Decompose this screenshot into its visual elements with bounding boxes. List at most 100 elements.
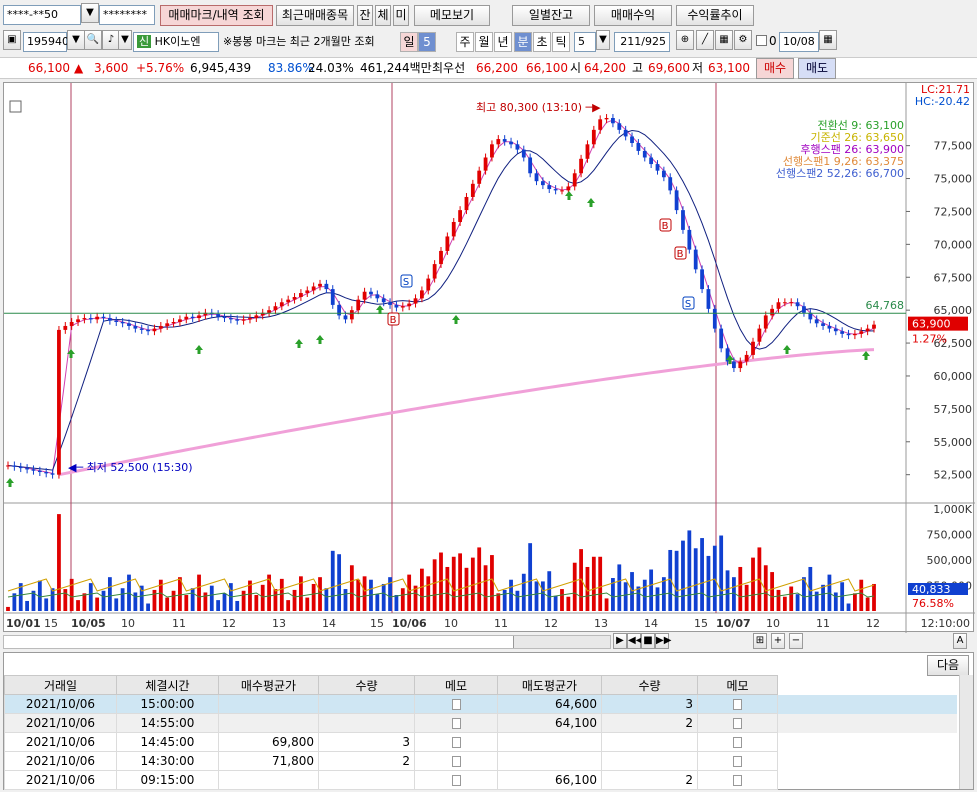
memo-icon[interactable] [733,737,742,748]
memo-icon[interactable] [733,756,742,767]
period-tick[interactable]: 틱 [552,32,570,52]
stock-code-input[interactable]: 195940 [23,32,69,52]
price-chart[interactable]: 52,50055,00057,50060,00062,50065,00067,5… [4,83,975,633]
layout-icon[interactable]: ▣ [3,30,21,50]
x-tick-label: 13 [272,617,286,630]
table-row[interactable]: 2021/10/06 15:00:00 64,600 3 [4,694,957,714]
period-month[interactable]: 월 [475,32,493,52]
fast-forward-icon[interactable]: ▶▶ [655,633,671,649]
period-week[interactable]: 주 [456,32,474,52]
rewind-icon[interactable]: ◀◀ [627,633,643,649]
table-scrollbar[interactable] [959,675,973,789]
candle-body [846,333,851,336]
period-value[interactable]: 5 [418,32,436,52]
draw-line-icon[interactable]: ╱ [696,30,714,50]
search-icon[interactable]: 🔍 [84,30,102,50]
table-row[interactable]: 2021/10/06 09:15:00 66,100 2 [4,770,957,790]
period-day-label[interactable]: 일 [400,32,418,52]
candle-body [872,324,876,329]
memo-icon[interactable] [451,756,461,767]
gear-icon[interactable]: ⚙ [734,30,752,50]
memo-icon[interactable] [733,775,742,786]
account-dropdown-icon[interactable]: ▼ [81,3,99,23]
candle-body [44,472,49,474]
memo-view-button[interactable]: 메모보기 [414,4,490,26]
memo-icon[interactable] [451,699,461,710]
stop-icon[interactable]: ■ [641,633,655,649]
next-button[interactable]: 다음 [927,655,969,676]
volume-bar [502,589,507,611]
candle-body [25,468,29,470]
volume-bar [197,574,201,611]
table-row[interactable]: 2021/10/06 14:30:00 71,800 2 [4,751,957,771]
candle-body [585,144,590,159]
candle-body [604,118,609,120]
memo-icon[interactable] [451,718,461,729]
trade-mark-query-button[interactable]: 매매마크/내역 조회 [160,4,273,26]
date-input[interactable]: 10/08 [779,32,819,52]
password-input[interactable]: ******** [99,5,155,25]
daily-balance-button[interactable]: 일별잔고 [512,4,590,26]
volume-bar [719,535,724,611]
candle-body [228,318,233,320]
memo-icon[interactable] [733,699,742,710]
code-dropdown-icon[interactable]: ▼ [67,30,85,50]
period-year[interactable]: 년 [494,32,512,52]
interval-input[interactable]: 5 [574,32,596,52]
recent-trades-button[interactable]: 최근매매종목 [276,4,354,26]
chart-area[interactable]: 52,500 55,000 57,500 60,000 62,500 65,000 67,5… [3,82,975,633]
table-cell: 2021/10/06 [4,751,117,771]
balance-button[interactable]: 잔 [357,4,373,26]
volume-tick-label: 1,000K [933,503,972,516]
candle-body [139,328,144,330]
candle-body [107,318,112,321]
scroll-right-icon[interactable]: ▶ [613,633,627,649]
current-price: 66,100 [28,61,70,75]
period-second[interactable]: 초 [533,32,551,52]
zoom-in-icon[interactable]: + [771,633,785,649]
unexecuted-button[interactable]: 미 [393,4,409,26]
indicator-icon[interactable]: ⊕ [676,30,694,50]
volume-bar [751,557,755,611]
volume-bar [515,590,520,611]
zoom-fit-icon[interactable]: ⊞ [753,633,767,649]
scroll-track[interactable] [3,635,611,649]
volume-bar [712,545,717,611]
save-icon[interactable]: ▦ [715,30,733,50]
table-cell: 2021/10/06 [4,732,117,752]
memo-icon[interactable] [733,718,742,729]
candle-body [426,278,431,291]
return-trend-button[interactable]: 수익률추이 [676,4,754,26]
zero-checkbox[interactable] [756,35,767,46]
chart-scrollbar[interactable]: ▶ ◀◀ ■ ▶▶ ⊞ + − A [3,633,974,651]
font-size-icon[interactable]: A [953,633,967,649]
candle-body [706,289,711,309]
volume-bar [655,587,660,611]
candle-body [770,308,775,316]
table-row[interactable]: 2021/10/06 14:45:00 69,800 3 [4,732,957,752]
price-tick-label: 57,500 [934,403,973,416]
volume-bar [521,573,526,611]
account-input[interactable]: ****-**50 [3,5,81,25]
candle-body [738,361,743,369]
candle-body [286,299,291,303]
volume-bar [267,574,271,611]
table-cell: 14:45:00 [116,732,219,752]
table-cell: 69,800 [218,732,319,752]
trade-profit-button[interactable]: 매매수익 [594,4,672,26]
sell-button[interactable]: 매도 [798,58,836,79]
memo-icon[interactable] [451,737,461,748]
zoom-out-icon[interactable]: − [789,633,803,649]
candle-body [241,319,246,321]
executed-button[interactable]: 체 [375,4,391,26]
table-cell [601,732,698,752]
period-minute[interactable]: 분 [514,32,532,52]
calendar-icon[interactable]: ▦ [819,30,837,50]
memo-icon[interactable] [451,775,461,786]
candle-body [458,210,462,222]
scroll-thumb[interactable] [4,636,514,648]
table-row[interactable]: 2021/10/06 14:55:00 64,100 2 [4,713,957,733]
speaker-dropdown-icon[interactable]: ▼ [118,30,132,50]
interval-dropdown-icon[interactable]: ▼ [596,30,610,50]
buy-button[interactable]: 매수 [756,58,794,79]
